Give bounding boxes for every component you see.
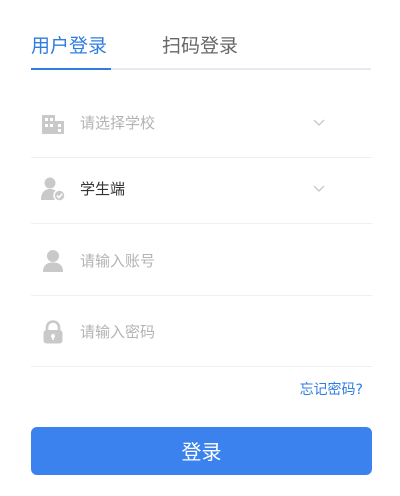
chevron-down-icon	[313, 119, 325, 126]
account-input[interactable]	[80, 248, 330, 274]
account-row	[31, 226, 372, 296]
building-icon	[42, 115, 64, 134]
password-row	[31, 297, 372, 367]
tab-qr-login[interactable]: 扫码登录	[162, 34, 238, 58]
login-tabs: 用户登录 扫码登录	[31, 28, 371, 70]
login-card: 用户登录 扫码登录 请选择学校 学生端 请输入账号 忘记密码? 登录	[0, 0, 400, 496]
chevron-down-icon	[313, 185, 325, 192]
tab-user-login[interactable]: 用户登录	[31, 34, 107, 58]
role-select[interactable]: 学生端	[31, 154, 372, 224]
active-tab-indicator	[31, 68, 111, 70]
forgot-password-link[interactable]: 忘记密码?	[300, 379, 363, 399]
lock-icon	[43, 320, 63, 344]
password-input[interactable]	[80, 319, 330, 345]
school-select[interactable]: 请选择学校	[31, 88, 372, 158]
user-icon	[43, 250, 63, 272]
user-check-icon	[41, 177, 66, 202]
role-select-value: 学生端	[80, 180, 126, 198]
login-button[interactable]: 登录	[31, 427, 372, 475]
school-select-placeholder: 请选择学校	[80, 114, 156, 132]
